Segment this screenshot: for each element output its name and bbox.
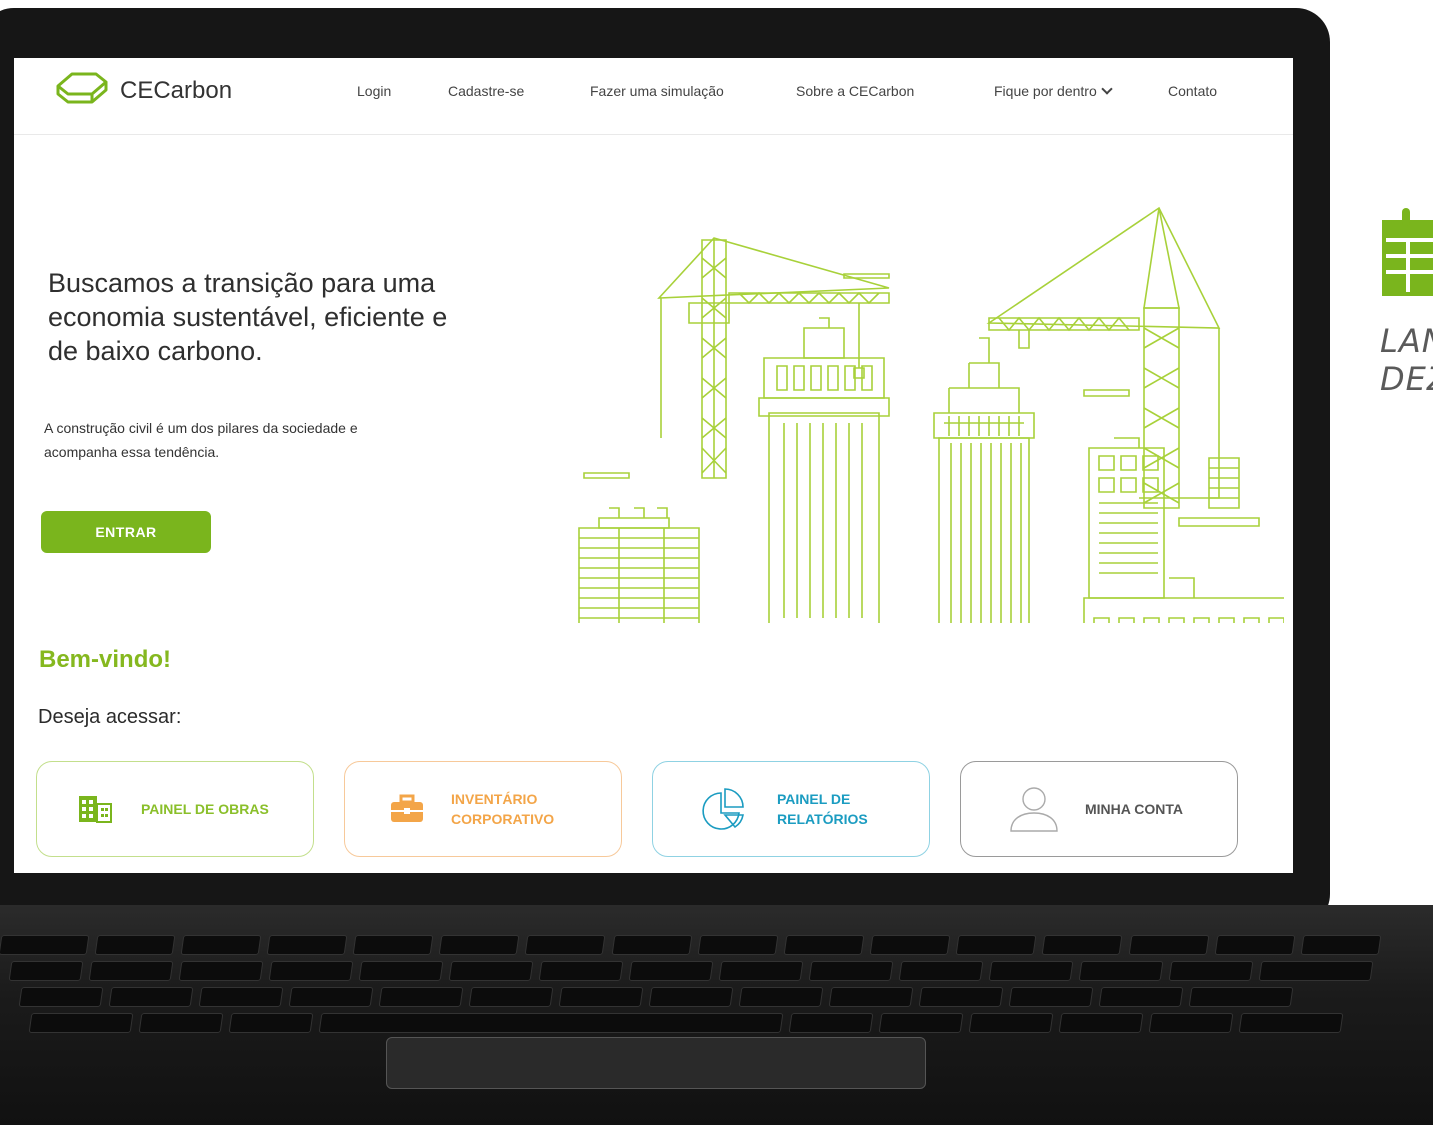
building-icon (79, 796, 112, 823)
welcome-title: Bem-vindo! (39, 646, 171, 673)
nav-stay-informed[interactable]: Fique por dentro (994, 83, 1113, 99)
card-painel-obras[interactable]: PAINEL DE OBRAS (36, 761, 314, 857)
cecarbon-logo-icon (56, 72, 108, 104)
nav-simulation[interactable]: Fazer uma simulação (590, 83, 724, 99)
city-construction-illustration (578, 206, 1284, 623)
hero-subtitle: A construção civil é um dos pilares da s… (44, 420, 358, 460)
nav-login[interactable]: Login (357, 83, 391, 99)
pie-chart-icon (702, 788, 744, 830)
brand-logo[interactable]: CECarbon (52, 68, 232, 114)
card-painel-relatorios-label: PAINEL DE RELATÓRIOS (777, 791, 868, 827)
laptop-screen: CECarbon Login Cadastre-se Fazer uma sim… (14, 58, 1293, 873)
keyboard (0, 935, 1382, 1035)
card-minha-conta[interactable]: MINHA CONTA (960, 761, 1238, 857)
nav-about[interactable]: Sobre a CECarbon (796, 83, 914, 99)
calendar-icon (1382, 208, 1433, 296)
card-inventario-corporativo-label: INVENTÁRIO CORPORATIVO (451, 791, 555, 827)
user-icon (1010, 787, 1058, 832)
card-painel-relatorios[interactable]: PAINEL DE RELATÓRIOS (652, 761, 930, 857)
card-minha-conta-label: MINHA CONTA (1085, 801, 1183, 817)
promo-text: LAN DEZ (1380, 322, 1433, 398)
hero-title: Buscamos a transição para uma economia s… (48, 268, 448, 366)
chevron-down-icon (1101, 83, 1113, 95)
briefcase-icon (391, 794, 423, 822)
trackpad[interactable] (386, 1037, 926, 1089)
enter-button[interactable]: ENTRAR (41, 511, 211, 553)
nav-signup[interactable]: Cadastre-se (448, 83, 524, 99)
access-prompt: Deseja acessar: (38, 706, 182, 728)
brand-name: CECarbon (120, 77, 233, 104)
nav-stay-informed-label: Fique por dentro (994, 83, 1097, 99)
top-navigation: CECarbon Login Cadastre-se Fazer uma sim… (14, 58, 1293, 135)
nav-contact[interactable]: Contato (1168, 83, 1217, 99)
card-inventario-corporativo[interactable]: INVENTÁRIO CORPORATIVO (344, 761, 622, 857)
card-painel-obras-label: PAINEL DE OBRAS (141, 801, 269, 817)
